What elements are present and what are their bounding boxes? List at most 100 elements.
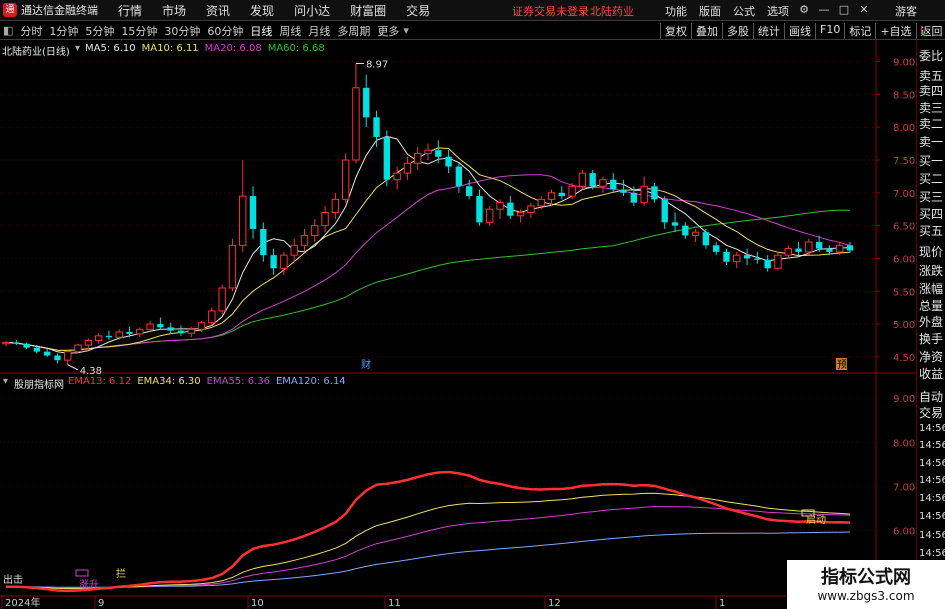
candle[interactable] — [764, 255, 771, 272]
candle[interactable] — [270, 248, 277, 275]
candle[interactable] — [795, 242, 802, 256]
guest-user[interactable]: 游客 — [895, 3, 917, 19]
toolbar-button-6[interactable]: 标记 — [844, 23, 875, 39]
candle[interactable] — [311, 219, 319, 243]
menu-item-2[interactable]: 资讯 — [206, 2, 230, 19]
candle[interactable] — [341, 153, 350, 203]
candle[interactable] — [640, 176, 648, 206]
right-menu-item-0[interactable]: 功能 — [665, 3, 687, 19]
candle[interactable] — [671, 212, 679, 233]
candle[interactable] — [300, 228, 309, 252]
indicator-dropdown-icon[interactable]: ▾ — [3, 376, 8, 387]
candle[interactable] — [228, 238, 237, 292]
collapse-icon[interactable]: ◧ — [3, 24, 13, 37]
candle[interactable] — [373, 110, 380, 147]
candle[interactable] — [64, 350, 72, 365]
candle[interactable] — [558, 186, 565, 200]
candle[interactable] — [424, 143, 432, 160]
toolbar-button-7[interactable]: +自选 — [875, 23, 915, 39]
candle[interactable] — [383, 130, 391, 187]
candle[interactable] — [2, 341, 10, 347]
candle[interactable] — [105, 330, 113, 340]
right-menu-item-1[interactable]: 版面 — [699, 3, 721, 19]
toolbar-button-1[interactable]: 叠加 — [691, 23, 722, 39]
more-dropdown-icon[interactable]: ▾ — [403, 24, 409, 37]
candle[interactable] — [702, 228, 710, 249]
period-tab-9[interactable]: 多周期 — [337, 23, 370, 39]
candle[interactable] — [239, 160, 247, 252]
candle[interactable] — [846, 242, 854, 254]
period-tab-10[interactable]: 更多 — [377, 23, 399, 39]
menu-item-1[interactable]: 市场 — [162, 2, 186, 19]
candle[interactable] — [713, 242, 720, 256]
candle[interactable] — [249, 186, 257, 239]
kline-chart-area[interactable]: 9.00 8.50 8.00 7.50 7.00 6.50 6.00 5.50 5.00 4.50… — [0, 40, 916, 609]
candle[interactable] — [486, 205, 494, 226]
candle[interactable] — [507, 196, 514, 220]
login-status[interactable]: 证券交易未登录 — [512, 3, 589, 19]
candle[interactable] — [177, 325, 185, 336]
menu-item-6[interactable]: 交易 — [406, 2, 430, 19]
toolbar-button-5[interactable]: F10 — [815, 23, 844, 39]
candle[interactable] — [476, 189, 483, 226]
period-tab-2[interactable]: 5分钟 — [85, 23, 114, 39]
candle[interactable] — [94, 333, 103, 344]
candle[interactable] — [136, 327, 144, 338]
ma-dropdown-icon[interactable]: ▾ — [75, 43, 80, 54]
toolbar-button-3[interactable]: 统计 — [753, 23, 784, 39]
candle[interactable] — [403, 156, 412, 180]
candle[interactable] — [321, 205, 329, 233]
menu-item-4[interactable]: 问小达 — [294, 2, 330, 19]
candle[interactable] — [599, 176, 607, 193]
close-icon[interactable]: ✕ — [857, 3, 871, 17]
candle[interactable] — [352, 63, 360, 164]
period-tab-3[interactable]: 15分钟 — [121, 23, 157, 39]
toolbar-button-4[interactable]: 画线 — [784, 23, 815, 39]
candle[interactable] — [260, 222, 267, 262]
candle[interactable] — [146, 320, 154, 332]
period-tab-5[interactable]: 60分钟 — [207, 23, 243, 39]
candle[interactable] — [157, 317, 164, 330]
candle[interactable] — [733, 251, 741, 269]
period-tab-6[interactable]: 日线 — [250, 23, 272, 39]
candle[interactable] — [496, 199, 504, 220]
candle[interactable] — [13, 339, 20, 346]
right-menu-item-3[interactable]: 选项 — [767, 3, 789, 19]
candle[interactable] — [363, 74, 370, 128]
candle[interactable] — [682, 222, 689, 239]
candle[interactable] — [661, 196, 668, 229]
forecast-marker[interactable]: 预 — [837, 359, 847, 371]
candle[interactable] — [691, 228, 700, 243]
candle[interactable] — [651, 182, 658, 203]
candle[interactable] — [620, 179, 627, 197]
period-tab-0[interactable]: 分时 — [20, 23, 42, 39]
candle[interactable] — [43, 349, 51, 357]
menu-item-5[interactable]: 财富圈 — [350, 2, 386, 19]
menu-item-3[interactable]: 发现 — [250, 2, 274, 19]
period-tab-4[interactable]: 30分钟 — [164, 23, 200, 39]
toolbar-button-0[interactable]: 复权 — [660, 23, 691, 39]
settings-icon[interactable]: ⚙ — [797, 3, 811, 17]
candle[interactable] — [774, 251, 782, 271]
candle[interactable] — [723, 248, 730, 265]
candle[interactable] — [54, 353, 61, 364]
candle[interactable] — [84, 338, 93, 350]
candle[interactable] — [445, 150, 452, 174]
candle[interactable] — [115, 329, 123, 340]
period-tab-1[interactable]: 1分钟 — [49, 23, 78, 39]
candle[interactable] — [516, 209, 525, 223]
period-tab-7[interactable]: 周线 — [279, 23, 301, 39]
candle[interactable] — [208, 307, 216, 326]
period-tab-8[interactable]: 月线 — [308, 23, 330, 39]
menu-item-0[interactable]: 行情 — [118, 2, 142, 19]
candle[interactable] — [784, 245, 792, 259]
candle[interactable] — [74, 343, 82, 354]
candle[interactable] — [578, 169, 587, 190]
candle[interactable] — [187, 326, 195, 338]
candle[interactable] — [527, 202, 535, 218]
layout-mark[interactable]: L — [920, 24, 926, 37]
minimize-icon[interactable]: — — [817, 3, 831, 17]
financial-report-marker[interactable]: 财 — [361, 358, 371, 371]
right-menu-item-2[interactable]: 公式 — [733, 3, 755, 19]
candle[interactable] — [331, 192, 340, 220]
